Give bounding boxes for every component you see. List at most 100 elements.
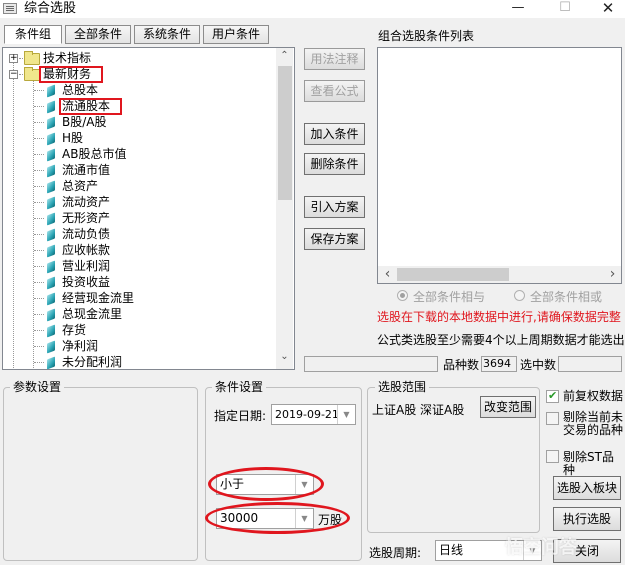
indicator-icon [47, 308, 55, 322]
param-settings-title: 参数设置 [10, 380, 65, 394]
maximize-button[interactable]: ☐ [545, 0, 585, 18]
tree-line [34, 298, 44, 299]
tree-item[interactable]: 营业利润 [3, 258, 273, 274]
stock-range-title: 选股范围 [375, 380, 430, 394]
chevron-down-icon[interactable]: ▼ [337, 405, 355, 424]
tree-item[interactable]: H股 [3, 130, 273, 146]
indicator-icon [47, 100, 55, 114]
indicator-icon [47, 132, 55, 146]
tree-item-label: 总资产 [62, 179, 99, 193]
execute-button[interactable]: 执行选股 [553, 507, 621, 531]
date-select[interactable]: 2019-09-21 ▼ [271, 404, 356, 425]
tree-line [34, 234, 44, 235]
date-value: 2019-09-21 [275, 408, 339, 421]
logic-or-radio[interactable] [514, 290, 525, 301]
view-formula-button[interactable]: 查看公式 [304, 80, 365, 102]
condition-list-label: 组合选股条件列表 [378, 29, 475, 43]
variety-count-label: 品种数 [443, 358, 480, 372]
forward-adjusted-label: 前复权数据 [563, 389, 624, 403]
tree-item[interactable]: 存货 [3, 322, 273, 338]
tree-line [34, 362, 44, 363]
tree-line [34, 250, 44, 251]
indicator-icon [47, 148, 55, 162]
tree-item-label: 未分配利润 [62, 355, 123, 369]
tree-folder-technical[interactable]: + 技术指标 [3, 50, 273, 66]
condition-list[interactable] [377, 47, 622, 284]
folder-icon [24, 51, 40, 65]
condition-tree[interactable]: + 技术指标 − 最新财务 总股本 流通股本 B股/A股 H股 AB股总市值 流通市值 总资… [2, 47, 295, 370]
close-window-button[interactable]: ✕ [588, 0, 625, 18]
tree-item-label: 营业利润 [62, 259, 111, 273]
save-scheme-button[interactable]: 保存方案 [304, 228, 365, 250]
logic-and-radio[interactable] [397, 290, 408, 301]
minimize-button[interactable]: — [498, 0, 538, 18]
tree-item-label: 总现金流里 [62, 307, 123, 321]
indicator-icon [47, 324, 55, 338]
tree-item[interactable]: 净利润 [3, 338, 273, 354]
scroll-right-icon[interactable]: › [604, 267, 621, 281]
highlight-annotation [39, 66, 103, 83]
tree-scrollbar-thumb[interactable] [278, 66, 292, 200]
tree-item[interactable]: 流动资产 [3, 194, 273, 210]
tab-all-conditions[interactable]: 全部条件 [65, 25, 131, 44]
tree-item[interactable]: 应收帐款 [3, 242, 273, 258]
import-scheme-button[interactable]: 引入方案 [304, 196, 365, 218]
indicator-icon [47, 180, 55, 194]
folder-icon [24, 67, 40, 81]
stock-range-markets: 上证A股 深证A股 [372, 403, 465, 417]
tree-item[interactable]: 总资产 [3, 178, 273, 194]
indicator-icon [47, 260, 55, 274]
tree-item[interactable]: 总股本 [3, 82, 273, 98]
exclude-st-checkbox[interactable] [546, 450, 559, 463]
scroll-left-icon[interactable]: ‹ [379, 267, 396, 281]
highlight-annotation [59, 98, 122, 115]
tab-condition-group[interactable]: 条件组 [4, 25, 62, 44]
tree-item-label: B股/A股 [62, 115, 107, 129]
collapse-icon[interactable]: − [9, 70, 18, 79]
tree-item[interactable]: 流动负债 [3, 226, 273, 242]
tree-item[interactable]: 经营现金流里 [3, 290, 273, 306]
tree-item[interactable]: 流通市值 [3, 162, 273, 178]
tree-item-label: 净利润 [62, 339, 99, 353]
usage-note-button[interactable]: 用法注释 [304, 48, 365, 70]
tree-item[interactable]: 投资收益 [3, 274, 273, 290]
indicator-icon [47, 244, 55, 258]
indicator-icon [47, 292, 55, 306]
tree-item[interactable]: AB股总市值 [3, 146, 273, 162]
tree-line [34, 122, 44, 123]
tree-item-label: 经营现金流里 [62, 291, 135, 305]
tree-item-label: 流通市值 [62, 163, 111, 177]
selected-count-label: 选中数 [520, 358, 557, 372]
tree-line [34, 314, 44, 315]
progress-bar [304, 356, 438, 372]
logic-and-label: 全部条件相与 [413, 290, 486, 304]
scroll-up-icon[interactable]: ⌃ [276, 50, 293, 61]
tree-item[interactable]: 未分配利润 [3, 354, 273, 369]
tree-item[interactable]: 无形资产 [3, 210, 273, 226]
exclude-untraded-label-2: 交易的品种 [563, 423, 624, 437]
change-range-button[interactable]: 改变范围 [480, 396, 536, 418]
tree-line [34, 90, 44, 91]
tree-item-label: AB股总市值 [62, 147, 127, 161]
forward-adjusted-checkbox[interactable]: ✔ [546, 389, 559, 403]
delete-condition-button[interactable]: 删除条件 [304, 153, 365, 175]
exclude-untraded-checkbox[interactable] [546, 412, 559, 425]
tree-item[interactable]: 流通股本 [3, 98, 273, 114]
tab-user-conditions[interactable]: 用户条件 [203, 25, 269, 44]
threshold-annotation-circle [205, 502, 350, 534]
add-condition-button[interactable]: 加入条件 [304, 123, 365, 145]
indicator-icon [47, 228, 55, 242]
condition-list-hscroll-thumb[interactable] [397, 268, 509, 281]
tree-line [34, 346, 44, 347]
app-icon [3, 3, 17, 14]
scroll-down-icon[interactable]: ⌄ [276, 351, 293, 362]
tree-item-label: 无形资产 [62, 211, 111, 225]
watermark: 悟空问答 [505, 537, 577, 558]
tree-item[interactable]: B股/A股 [3, 114, 273, 130]
tree-item-label: 流动资产 [62, 195, 111, 209]
tree-item[interactable]: 总现金流里 [3, 306, 273, 322]
expand-icon[interactable]: + [9, 54, 18, 63]
date-label: 指定日期: [214, 409, 267, 423]
tab-system-conditions[interactable]: 系统条件 [134, 25, 200, 44]
to-block-button[interactable]: 选股入板块 [553, 476, 621, 500]
